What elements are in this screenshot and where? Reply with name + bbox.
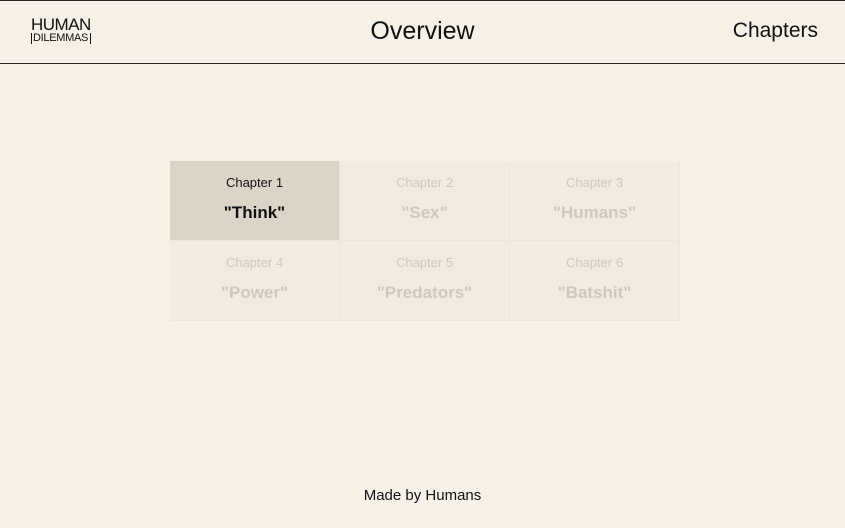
chapter-card-4[interactable]: Chapter 4 "Power" <box>170 241 340 321</box>
chapter-number: Chapter 6 <box>565 255 624 270</box>
chapter-name: "Power" <box>220 283 289 302</box>
chapter-name: "Think" <box>223 203 286 222</box>
chapter-number: Chapter 4 <box>225 255 284 270</box>
chapter-card-2[interactable]: Chapter 2 "Sex" <box>340 161 510 241</box>
chapter-card-6[interactable]: Chapter 6 "Batshit" <box>510 241 680 321</box>
chapter-number: Chapter 1 <box>225 175 284 190</box>
chapter-name: "Humans" <box>552 203 637 222</box>
header-bar: HUMAN DILEMMAS Overview Chapters <box>0 0 845 64</box>
chapter-grid: Chapter 1 "Think" Chapter 2 "Sex" Chapte… <box>170 161 680 321</box>
chapter-number: Chapter 2 <box>395 175 454 190</box>
chapter-name: "Sex" <box>401 203 448 222</box>
chapter-number: Chapter 3 <box>565 175 624 190</box>
chapter-card-5[interactable]: Chapter 5 "Predators" <box>340 241 510 321</box>
chapter-name: "Batshit" <box>557 283 632 302</box>
chapters-nav-link[interactable]: Chapters <box>733 19 818 43</box>
chapter-name: "Predators" <box>376 283 473 302</box>
page-title: Overview <box>370 17 475 45</box>
footer-credit: Made by Humans <box>363 487 482 504</box>
chapter-card-1[interactable]: Chapter 1 "Think" <box>170 161 340 241</box>
chapter-number: Chapter 5 <box>395 255 454 270</box>
chapter-card-3[interactable]: Chapter 3 "Humans" <box>510 161 680 241</box>
